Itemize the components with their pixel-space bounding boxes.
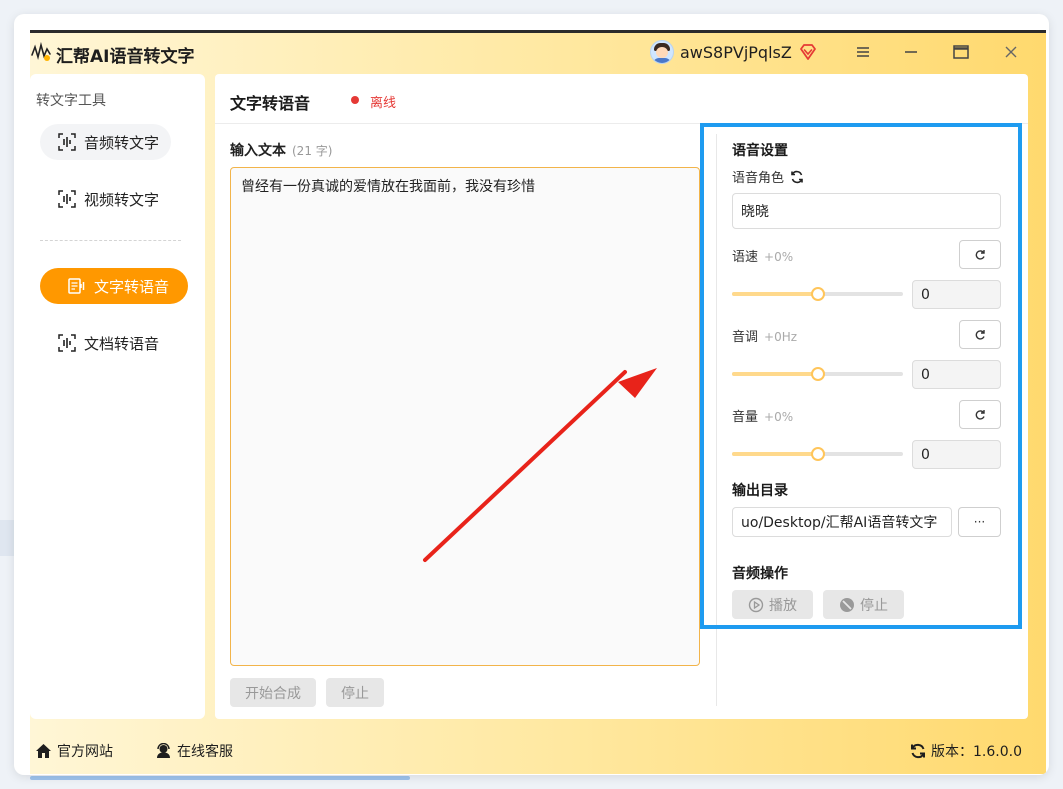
sidebar-divider — [40, 240, 181, 241]
background-scrollbar — [30, 776, 410, 780]
title-bar: 汇帮AI语音转文字 awS8PVjPqlsZ — [30, 33, 1046, 71]
menu-icon[interactable] — [852, 41, 874, 63]
website-link[interactable]: 官方网站 — [35, 741, 113, 761]
audio-scan-icon — [58, 133, 76, 151]
app-logo-icon — [31, 41, 51, 61]
app-title: 汇帮AI语音转文字 — [56, 47, 195, 67]
footer: 官方网站 在线客服 版本：1.6.0.0 — [30, 736, 1046, 762]
version-label: 版本：1.6.0.0 — [931, 744, 1022, 760]
close-icon[interactable] — [1000, 41, 1022, 63]
sidebar-item-label: 文档转语音 — [84, 334, 160, 353]
sidebar-item-label: 文字转语音 — [94, 277, 170, 296]
text-speech-icon — [68, 278, 85, 294]
support-label: 在线客服 — [177, 744, 233, 760]
sidebar-item-text-to-speech[interactable]: 文字转语音 — [40, 268, 188, 304]
sidebar: 转文字工具 音频转文字 视频转文字 文字转语音 文档转语音 — [30, 74, 205, 719]
sidebar-section-title: 转文字工具 — [36, 93, 106, 109]
sidebar-item-label: 音频转文字 — [84, 133, 160, 152]
maximize-icon[interactable] — [950, 41, 972, 63]
avatar[interactable] — [650, 40, 674, 64]
customer-service-icon — [157, 743, 170, 758]
annotation-arrow-icon — [423, 368, 657, 562]
video-scan-icon — [58, 190, 76, 208]
sidebar-item-audio-to-text[interactable]: 音频转文字 — [40, 124, 171, 160]
user-account[interactable]: awS8PVjPqlsZ — [650, 39, 818, 65]
website-label: 官方网站 — [57, 744, 113, 760]
sidebar-item-doc-to-speech[interactable]: 文档转语音 — [40, 325, 171, 361]
username[interactable]: awS8PVjPqlsZ — [680, 43, 792, 62]
sidebar-item-video-to-text[interactable]: 视频转文字 — [40, 181, 171, 217]
sidebar-item-label: 视频转文字 — [84, 190, 160, 209]
support-link[interactable]: 在线客服 — [155, 741, 233, 761]
vip-diamond-icon[interactable] — [798, 42, 818, 62]
update-icon — [911, 743, 925, 759]
minimize-icon[interactable] — [900, 41, 922, 63]
version-info[interactable]: 版本：1.6.0.0 — [910, 741, 1022, 761]
doc-scan-icon — [58, 334, 76, 352]
home-icon — [36, 744, 51, 758]
highlight-box — [700, 123, 1022, 629]
